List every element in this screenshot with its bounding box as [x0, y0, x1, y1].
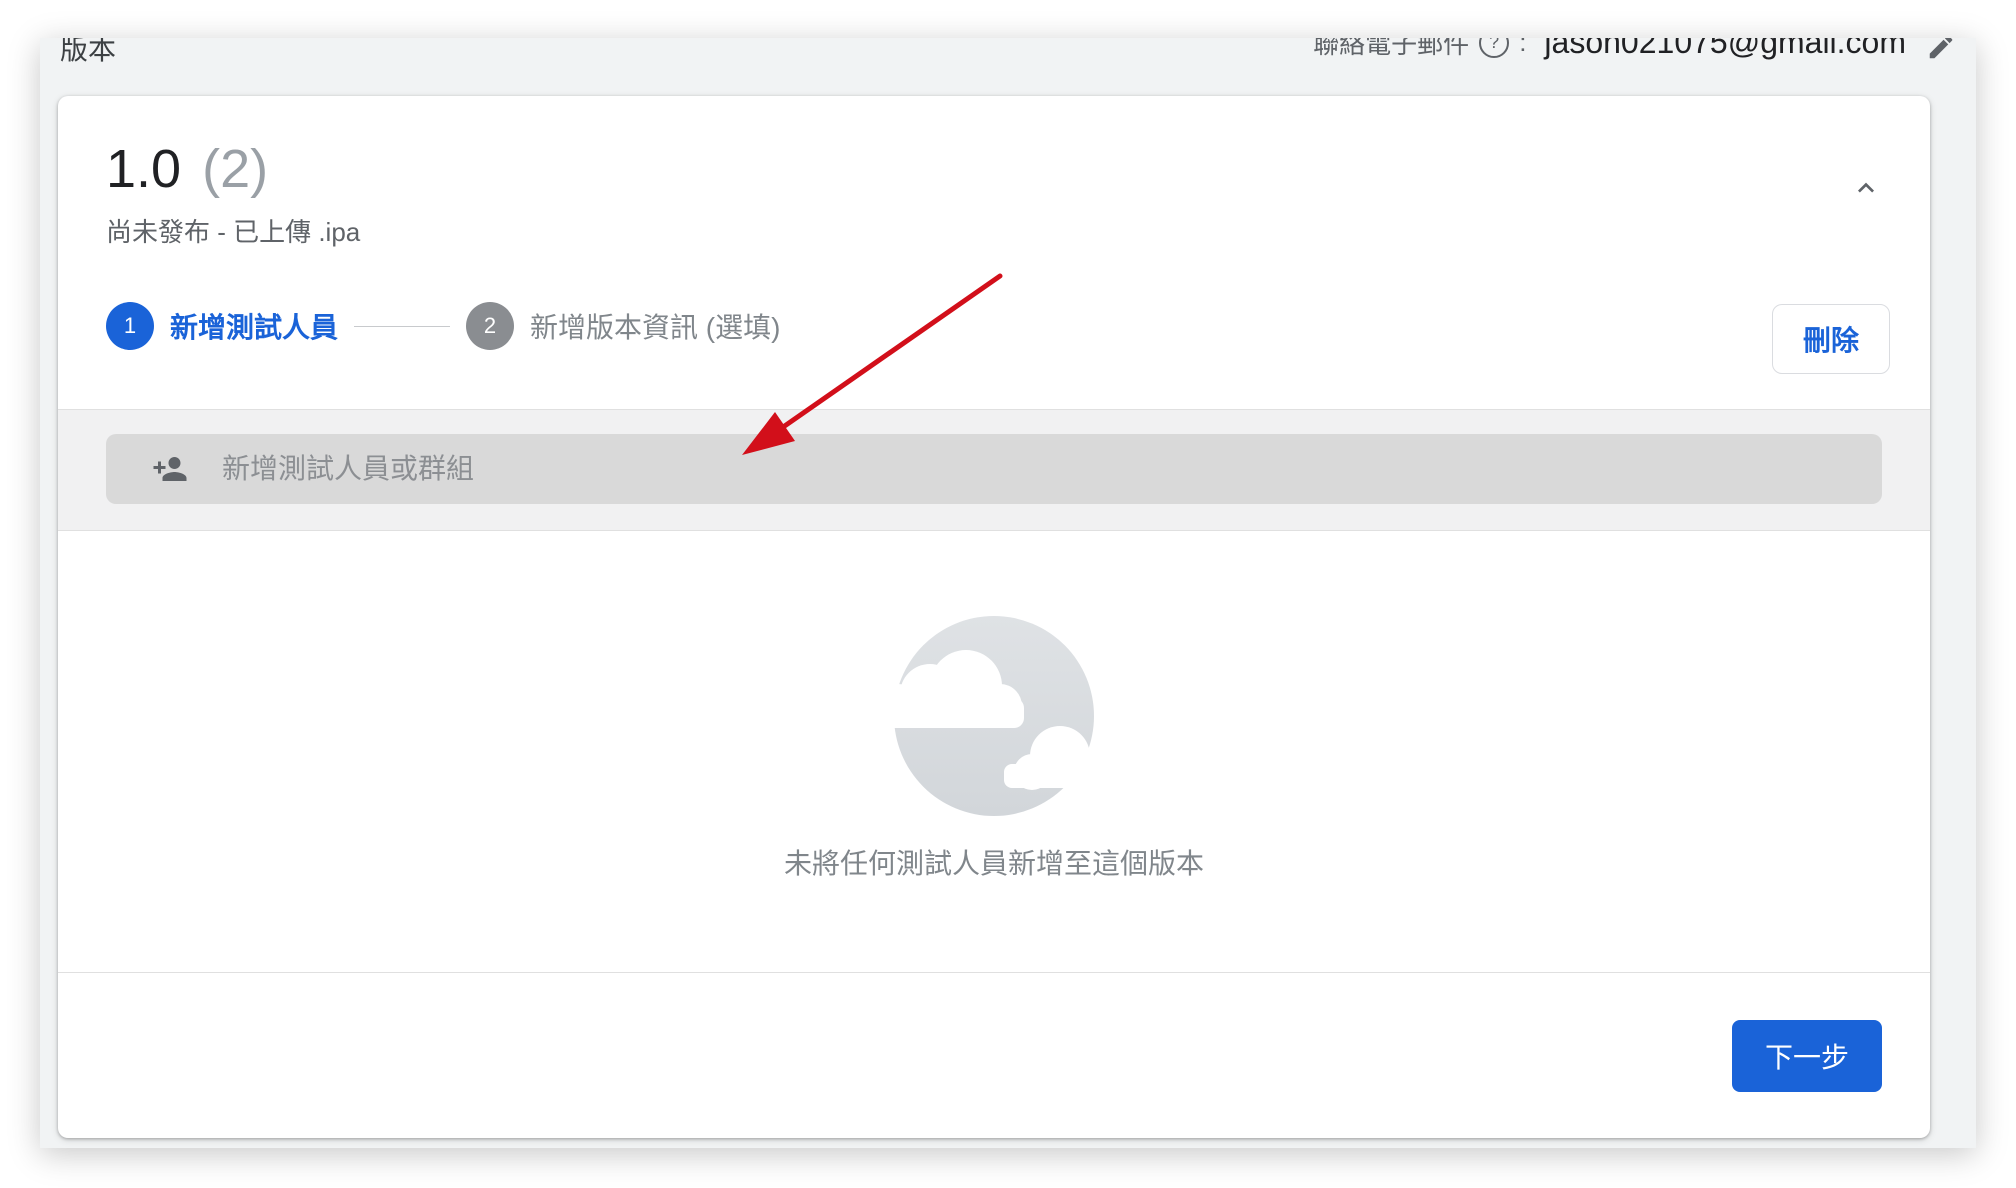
step-1-number[interactable]: 1 — [106, 302, 154, 350]
version-status: 尚未發布 - 已上傳 .ipa — [106, 217, 361, 247]
step-2-label[interactable]: 新增版本資訊 (選填) — [530, 306, 780, 346]
release-stepper: 1 新增測試人員 2 新增版本資訊 (選填) — [106, 302, 780, 350]
top-strip: 版本 聯絡電子郵件 ? : jason021075@gmail.com — [40, 38, 1976, 98]
contact-email-row: 聯絡電子郵件 ? : jason021075@gmail.com — [1313, 38, 1906, 61]
build-count: (2) — [202, 139, 269, 199]
add-person-icon — [152, 451, 188, 487]
next-step-button[interactable]: 下一步 — [1732, 1020, 1882, 1092]
cloud-illustration — [868, 616, 1114, 816]
version-card: 1.0 (2) 尚未發布 - 已上傳 .ipa 1 新增測試人員 2 新增版本資… — [58, 96, 1930, 1138]
stepper-connector — [354, 325, 451, 327]
help-circle-icon[interactable]: ? — [1479, 38, 1510, 58]
edit-pencil-icon[interactable] — [1926, 38, 1956, 67]
chevron-up-icon — [1858, 182, 1874, 193]
contact-email-label: 聯絡電子郵件 — [1313, 38, 1470, 59]
add-tester-search-bar[interactable] — [106, 434, 1882, 504]
footer-divider — [58, 972, 1930, 973]
delete-button[interactable]: 刪除 — [1772, 304, 1890, 374]
empty-state-illustration — [868, 616, 1118, 831]
contact-email-value: jason021075@gmail.com — [1544, 38, 1906, 60]
version-number: 1.0 — [106, 139, 182, 199]
empty-state-message: 未將任何測試人員新增至這個版本 — [783, 848, 1204, 879]
add-tester-input[interactable] — [220, 452, 1724, 486]
version-title: 1.0 (2) — [106, 138, 268, 200]
app-frame: 版本 聯絡電子郵件 ? : jason021075@gmail.com 1.0 … — [40, 38, 1976, 1148]
tester-search-band — [58, 409, 1930, 531]
colon-separator: : — [1519, 38, 1527, 57]
step-1-label[interactable]: 新增測試人員 — [170, 306, 338, 346]
step-2-number[interactable]: 2 — [466, 302, 515, 350]
versions-label: 版本 — [60, 38, 117, 65]
collapse-button[interactable] — [1846, 168, 1886, 208]
